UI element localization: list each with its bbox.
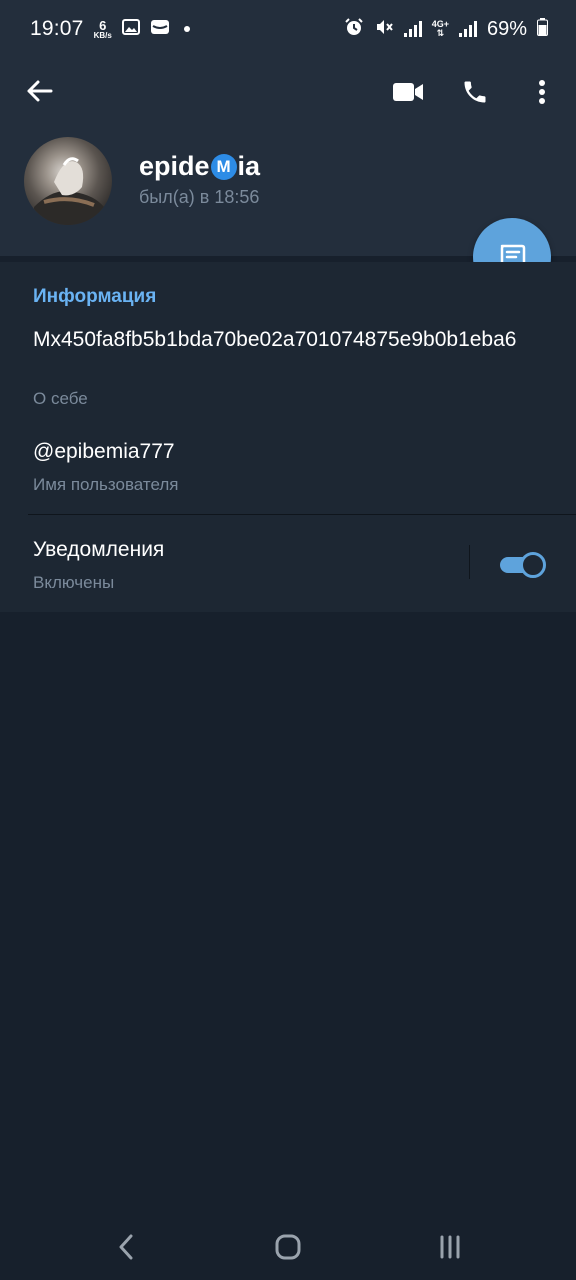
- more-vert-icon: [539, 80, 545, 104]
- notifications-title: Уведомления: [33, 538, 165, 561]
- phone-icon: [464, 81, 486, 103]
- mute-icon: [374, 17, 394, 42]
- letter-m-emoji-icon: M: [210, 153, 237, 180]
- battery-percent: 69%: [486, 17, 527, 40]
- username-label: Имя пользователя: [33, 475, 179, 494]
- network-type: 4G+ ⇅: [431, 19, 449, 38]
- bio-label: О себе: [33, 389, 88, 408]
- back-button[interactable]: [22, 74, 56, 108]
- alarm-icon: [344, 17, 364, 42]
- toggle-knob: [520, 552, 546, 578]
- battery-icon: [537, 17, 548, 41]
- info-section: Информация Mx450fa8fb5b1bda70be02a701074…: [0, 262, 576, 612]
- username-value[interactable]: @epibemia777: [33, 440, 175, 464]
- bio-value[interactable]: Mx450fa8fb5b1bda70be02a701074875e9b0b1eb…: [33, 326, 553, 353]
- nav-back-button[interactable]: [106, 1230, 146, 1264]
- home-icon: [275, 1234, 301, 1260]
- status-bar: 19:07 6 KB/s 4G+ ⇅ 69%: [0, 0, 576, 58]
- info-section-title: Информация: [33, 286, 157, 307]
- video-call-button[interactable]: [388, 72, 428, 112]
- chevron-left-icon: [119, 1234, 133, 1260]
- phone-call-button[interactable]: [455, 72, 495, 112]
- signal-icon: [403, 21, 422, 37]
- video-call-icon: [393, 83, 423, 101]
- vertical-divider: [469, 545, 470, 579]
- last-seen-status: был(а) в 18:56: [139, 187, 260, 207]
- avatar[interactable]: [24, 137, 112, 225]
- notifications-status: Включены: [33, 573, 115, 592]
- profile-name: epide Mia: [139, 151, 261, 181]
- system-nav-bar: [0, 1212, 576, 1280]
- gallery-icon: [121, 18, 140, 40]
- nav-home-button[interactable]: [268, 1230, 308, 1264]
- notifications-toggle[interactable]: [498, 550, 546, 578]
- more-options-button[interactable]: [522, 72, 562, 112]
- nav-recents-button[interactable]: [430, 1230, 470, 1264]
- notification-dot-icon: [183, 26, 190, 32]
- status-time: 19:07: [30, 17, 84, 40]
- signal-icon-2: [458, 21, 477, 37]
- notifications-row[interactable]: Уведомления Включены: [0, 515, 576, 612]
- net-speed-indicator: 6 KB/s: [93, 17, 112, 40]
- avatar-image: [34, 157, 104, 225]
- recents-icon: [440, 1235, 460, 1259]
- arrow-back-icon: [27, 80, 53, 102]
- wallet-icon: [150, 19, 170, 40]
